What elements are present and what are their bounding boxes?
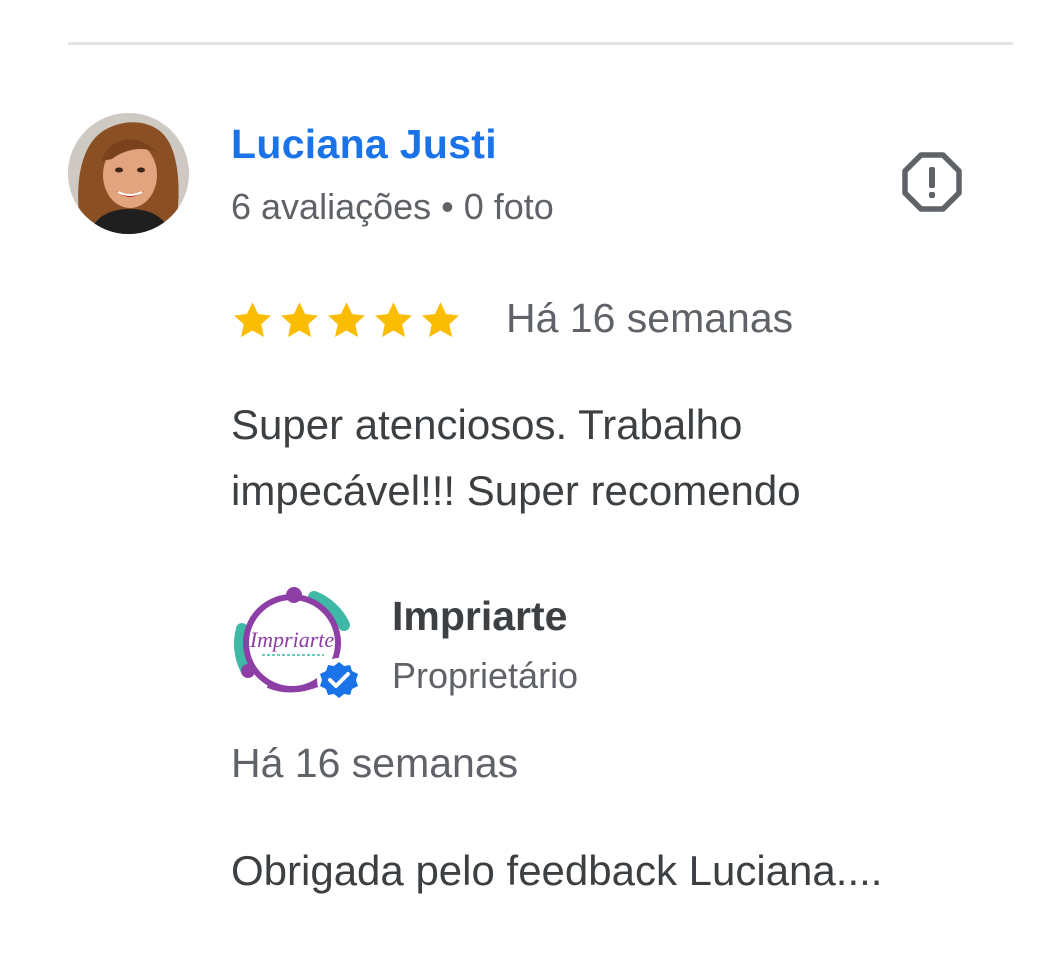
star-rating — [231, 299, 462, 343]
reviewer-photo — [68, 113, 189, 234]
reply-text: Obrigada pelo feedback Luciana.... — [231, 847, 883, 894]
review-time: Há 16 semanas — [506, 295, 794, 341]
review-text: Super atenciosos. Trabalho impecável!!! … — [231, 401, 801, 514]
verified-badge-icon — [317, 658, 361, 702]
reviewer-name[interactable]: Luciana Justi — [231, 121, 497, 168]
star-icon — [281, 302, 318, 337]
star-icon — [375, 302, 412, 337]
reviewer-avatar[interactable] — [68, 113, 189, 234]
report-flag-icon[interactable] — [900, 150, 964, 214]
reply-time: Há 16 semanas — [231, 740, 519, 786]
star-icon — [422, 302, 459, 337]
svg-text:Impriarte: Impriarte — [249, 627, 335, 652]
owner-role: Proprietário — [392, 655, 579, 696]
star-icon — [234, 302, 271, 337]
owner-name: Impriarte — [392, 593, 568, 639]
reviewer-meta: 6 avaliações • 0 foto — [231, 186, 554, 227]
owner-logo: Impriarte — [228, 583, 364, 705]
top-divider — [68, 42, 1013, 45]
star-icon — [328, 302, 365, 337]
